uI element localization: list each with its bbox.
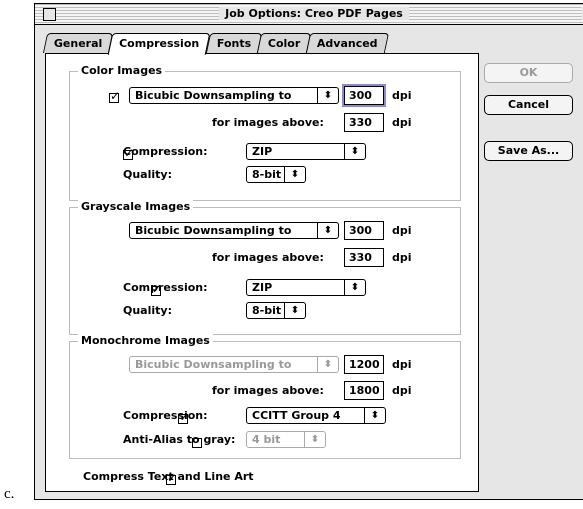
- cancel-button[interactable]: Cancel: [484, 95, 573, 115]
- color-downsample-checkbox[interactable]: [109, 89, 120, 103]
- mono-above-label: for images above:: [212, 384, 324, 397]
- tab-color[interactable]: Color: [256, 33, 312, 53]
- color-above-field[interactable]: 330: [344, 113, 384, 132]
- ok-button[interactable]: OK: [484, 63, 573, 83]
- units-label: dpi: [392, 384, 412, 397]
- save-as-button[interactable]: Save As...: [484, 141, 573, 161]
- mono-compression-popup[interactable]: CCITT Group 4 ⬍: [246, 407, 386, 424]
- compression-panel: Color Images Bicubic Downsampling to⬍ 30…: [45, 53, 479, 492]
- updown-arrows-icon: ⬍: [317, 357, 338, 372]
- updown-arrows-icon: ⬍: [284, 167, 305, 182]
- tab-fonts[interactable]: Fonts: [205, 33, 262, 53]
- color-resolution-field[interactable]: 300: [342, 84, 386, 107]
- tab-general[interactable]: General: [42, 33, 114, 53]
- gray-compression-label: Compression:: [123, 281, 208, 294]
- color-compression-label: Compression:: [123, 145, 208, 158]
- tab-compression[interactable]: Compression: [108, 33, 211, 55]
- group-title: Monochrome Images: [78, 334, 213, 347]
- mono-antialias-label: Anti-Alias to gray:: [123, 433, 236, 446]
- color-quality-popup[interactable]: 8-bit ⬍: [246, 166, 306, 183]
- units-label: dpi: [392, 224, 412, 237]
- units-label: dpi: [392, 251, 412, 264]
- group-title: Grayscale Images: [78, 200, 194, 213]
- updown-arrows-icon: ⬍: [344, 280, 365, 295]
- units-label: dpi: [392, 89, 412, 102]
- color-quality-label: Quality:: [123, 168, 172, 181]
- color-above-label: for images above:: [212, 116, 324, 129]
- units-label: dpi: [392, 358, 412, 371]
- color-compression-popup[interactable]: ZIP ⬍: [246, 143, 366, 160]
- units-label: dpi: [392, 116, 412, 129]
- gray-compression-popup[interactable]: ZIP ⬍: [246, 279, 366, 296]
- color-downsample-method-popup[interactable]: Bicubic Downsampling to ⬍: [129, 87, 339, 104]
- title-bar[interactable]: Job Options: Creo PDF Pages E: [35, 4, 583, 25]
- compress-text-label: Compress Text and Line Art: [83, 470, 254, 483]
- job-options-dialog: Job Options: Creo PDF Pages E General Co…: [34, 3, 583, 500]
- mono-compression-label: Compression:: [123, 409, 208, 422]
- updown-arrows-icon: ⬍: [317, 88, 338, 103]
- gray-above-field[interactable]: 330: [344, 248, 384, 267]
- gray-quality-popup[interactable]: 8-bit ⬍: [246, 302, 306, 319]
- updown-arrows-icon: ⬍: [304, 432, 325, 447]
- window-title: Job Options: Creo PDF Pages: [219, 7, 409, 20]
- updown-arrows-icon: ⬍: [284, 303, 305, 318]
- group-title: Color Images: [78, 64, 166, 77]
- updown-arrows-icon: ⬍: [317, 223, 338, 238]
- gray-downsample-method-popup[interactable]: Bicubic Downsampling to ⬍: [129, 222, 339, 239]
- tab-bar: General Compression Fonts Color Advanced: [42, 33, 389, 55]
- gray-resolution-field[interactable]: 300: [344, 221, 384, 240]
- gray-above-label: for images above:: [212, 251, 324, 264]
- page-label: c.: [4, 486, 15, 502]
- gray-quality-label: Quality:: [123, 304, 172, 317]
- mono-above-field[interactable]: 1800: [344, 381, 384, 400]
- mono-antialias-popup[interactable]: 4 bit ⬍: [246, 431, 326, 448]
- tab-advanced[interactable]: Advanced: [306, 33, 389, 53]
- mono-resolution-field[interactable]: 1200: [344, 355, 384, 374]
- updown-arrows-icon: ⬍: [364, 408, 385, 423]
- updown-arrows-icon: ⬍: [344, 144, 365, 159]
- mono-downsample-method-popup[interactable]: Bicubic Downsampling to ⬍: [129, 356, 339, 373]
